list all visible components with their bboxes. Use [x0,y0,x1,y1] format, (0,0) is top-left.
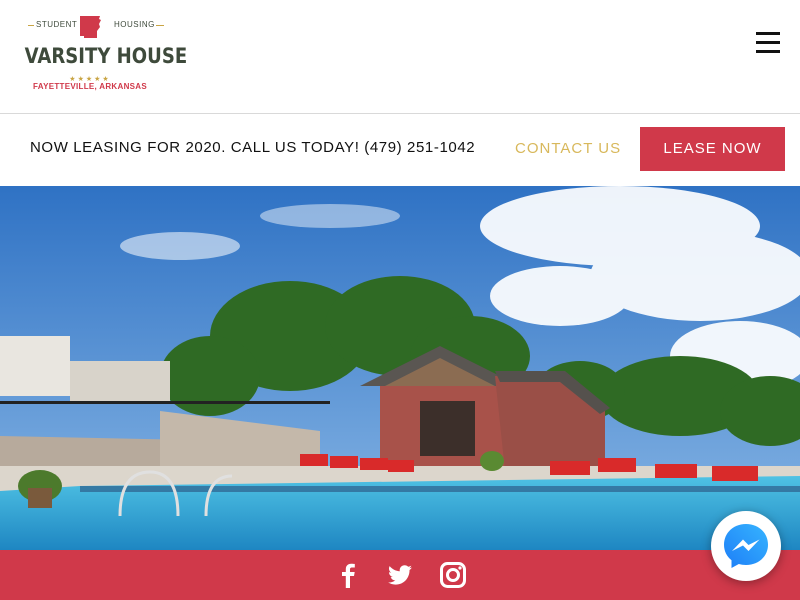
logo-rule [156,25,164,26]
logo-tag-housing: HOUSING [114,20,155,29]
facebook-icon[interactable] [334,561,362,589]
varsity-house-logo[interactable]: STUDENT HOUSING VARSITY HOUSE ★★★★★ FAYE… [14,14,188,100]
leasing-announcement: NOW LEASING FOR 2020. CALL US TODAY! (47… [30,139,476,156]
hero-image [0,186,800,550]
twitter-icon[interactable] [386,561,414,589]
logo-city: FAYETTEVILLE, ARKANSAS [32,82,148,91]
logo-tag-student: STUDENT [36,20,78,29]
logo-wordmark: VARSITY HOUSE [24,44,188,68]
lease-now-button[interactable]: LEASE NOW [640,127,785,171]
social-bar [0,550,800,600]
messenger-icon [724,524,768,568]
logo-rule [28,25,34,26]
contact-us-link[interactable]: CONTACT US [515,140,621,157]
arkansas-state-icon [80,16,101,38]
pool-and-pavilion-photo [0,186,800,550]
site-header: STUDENT HOUSING VARSITY HOUSE ★★★★★ FAYE… [0,0,800,114]
instagram-icon[interactable] [439,561,467,589]
messenger-chat-button[interactable] [711,511,781,581]
hamburger-menu-icon[interactable] [754,30,782,56]
